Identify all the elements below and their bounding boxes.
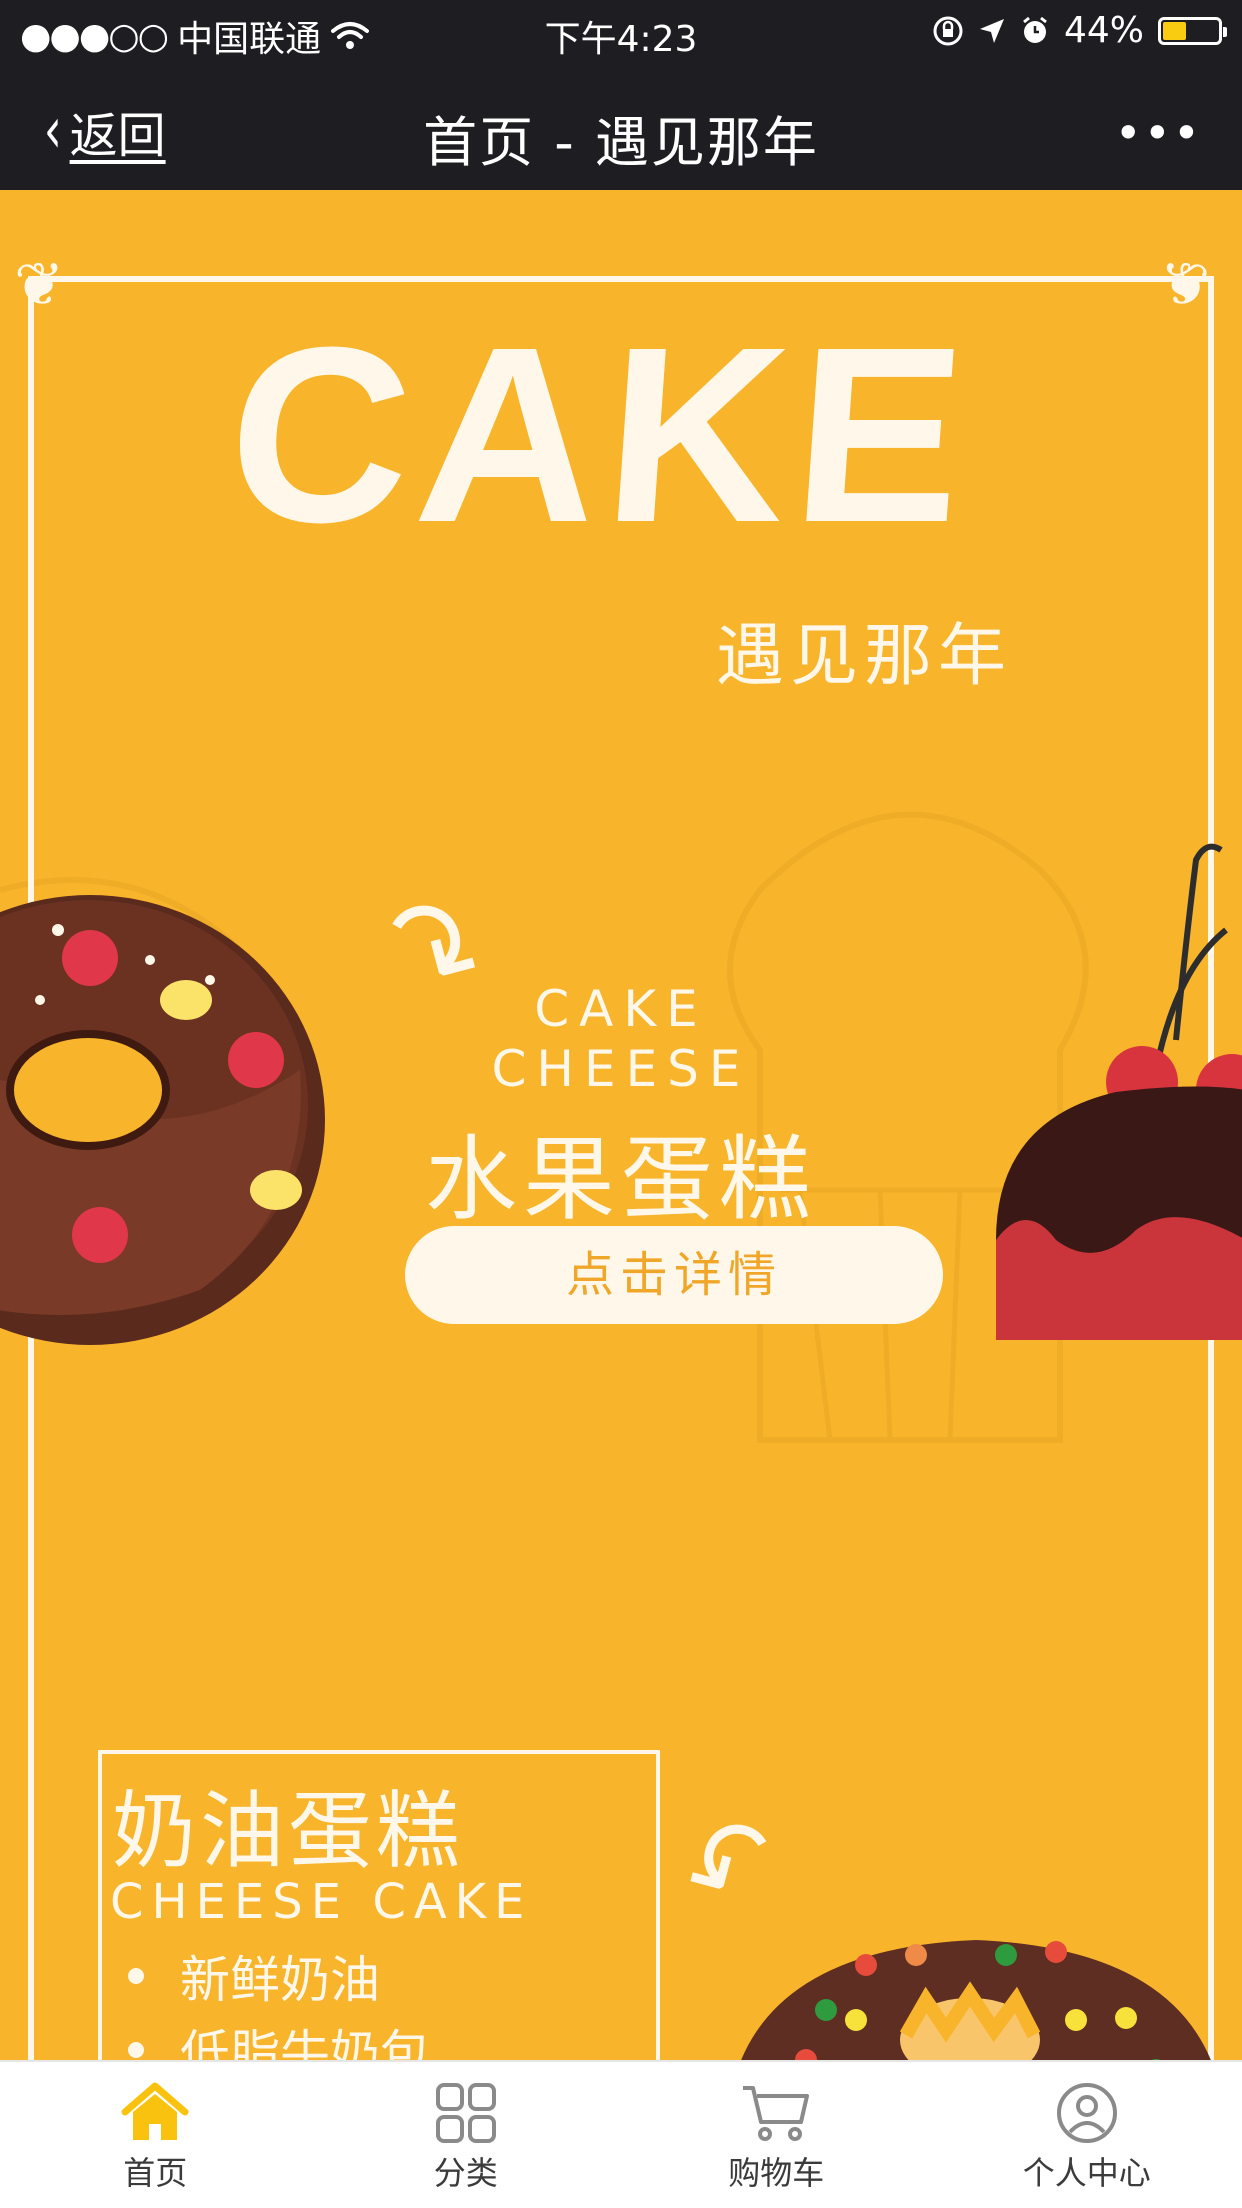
location-icon <box>979 18 1004 43</box>
cake-headline: CAKE <box>220 295 981 574</box>
tab-category[interactable]: 分类 <box>311 2062 622 2208</box>
grid-icon <box>435 2083 496 2143</box>
tab-home[interactable]: 首页 <box>0 2062 311 2208</box>
page-title: 首页 - 遇见那年 <box>423 111 819 174</box>
user-icon <box>1056 2083 1117 2143</box>
cream-cake-card[interactable]: 奶油蛋糕 CHEESE CAKE 新鲜奶油 低脂牛奶包 <box>98 1750 660 2060</box>
detail-button[interactable]: 点击详情 <box>405 1226 943 1324</box>
tab-label: 个人中心 <box>1022 2154 1151 2192</box>
bottom-tab-bar: 首页 分类 购物车 个人中心 <box>0 2060 1242 2208</box>
bullet-icon <box>128 2042 144 2058</box>
banner-en-line2: CHEESE <box>491 1040 751 1098</box>
list-item: 低脂牛奶包 <box>128 2013 430 2060</box>
feature-list: 新鲜奶油 低脂牛奶包 <box>128 1939 430 2060</box>
bullet-icon <box>128 1968 144 1984</box>
tab-cart[interactable]: 购物车 <box>621 2062 932 2208</box>
status-right: 44% <box>932 10 1227 51</box>
cream-cake-en-title: CHEESE CAKE <box>110 1874 533 1930</box>
tab-label: 首页 <box>123 2154 188 2192</box>
corner-swirl-icon: ❦ <box>14 250 65 320</box>
home-icon <box>121 2082 189 2140</box>
corner-swirl-icon: ❦ <box>1160 250 1211 320</box>
home-banner[interactable]: ❦ ❦ CAKE 遇见那年 ↷ CAKE CHEESE 水果蛋糕 点击详情 奶油… <box>0 190 1242 2060</box>
list-item: 新鲜奶油 <box>128 1939 430 2013</box>
battery-icon <box>1158 16 1227 45</box>
battery-percent: 44% <box>1063 10 1144 51</box>
banner-cn-title: 水果蛋糕 <box>424 1126 817 1233</box>
tab-label: 分类 <box>433 2154 498 2192</box>
cart-icon <box>743 2086 810 2141</box>
rotation-lock-icon <box>933 16 963 45</box>
sprinkle-cake-illustration <box>741 1940 1211 2060</box>
cream-cake-title: 奶油蛋糕 <box>112 1782 465 1880</box>
tab-profile[interactable]: 个人中心 <box>932 2062 1242 2208</box>
alarm-icon <box>1023 16 1047 43</box>
banner-en-line1: CAKE <box>534 980 708 1038</box>
feature-text: 新鲜奶油 <box>180 1951 380 2009</box>
screen: ●●●○○ 中国联通 下午4:23 44% ‹ 返回 首页 - 遇见那年 •••… <box>0 0 1242 2208</box>
nav-bar: ‹ 返回 首页 - 遇见那年 ••• <box>0 62 1242 190</box>
tab-label: 购物车 <box>728 2154 825 2192</box>
more-button[interactable]: ••• <box>1115 106 1202 160</box>
feature-text: 低脂牛奶包 <box>180 2025 430 2060</box>
battery-fill <box>1163 21 1186 40</box>
cake-subtitle: 遇见那年 <box>716 617 1013 696</box>
status-bar: ●●●○○ 中国联通 下午4:23 44% <box>0 0 1242 62</box>
